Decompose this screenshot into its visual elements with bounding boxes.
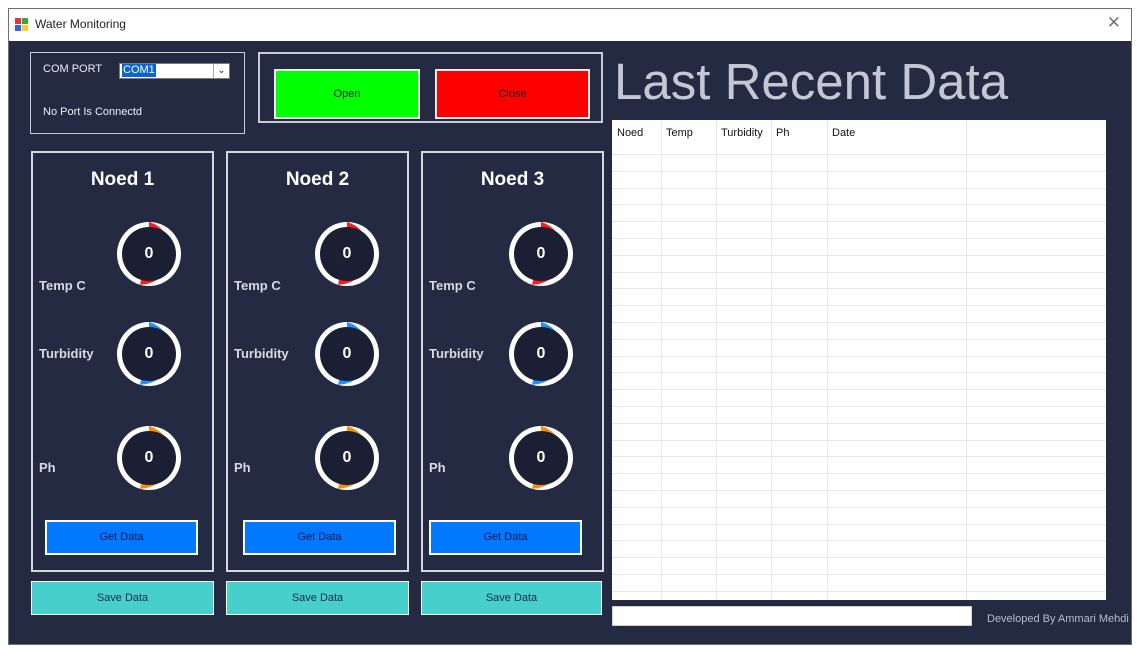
column-header-date[interactable]: Date [827, 120, 966, 150]
grid-line [612, 171, 1106, 172]
grid-line [966, 120, 967, 600]
turbidity-gauge: 0 [505, 318, 577, 390]
grid-line [612, 557, 1106, 558]
grid-line [612, 272, 1106, 273]
turbidity-label: Turbidity [234, 346, 289, 361]
temp-gauge: 0 [113, 218, 185, 290]
turbidity-gauge: 0 [113, 318, 185, 390]
ph-label: Ph [39, 460, 56, 475]
connection-status: No Port Is Connectd [43, 106, 143, 118]
grid-line [612, 507, 1106, 508]
grid-line [612, 339, 1106, 340]
grid-line [716, 120, 717, 600]
progress-bar [612, 606, 972, 626]
node-panel-2: Noed 2 Temp C 0 Turbidity 0 Ph 0 Get Data [226, 151, 409, 572]
turbidity-value: 0 [536, 345, 546, 362]
title-bar: Water Monitoring ✕ [9, 9, 1131, 41]
grid-line [612, 490, 1106, 491]
table-header: Noed Temp Turbidity Ph Date [612, 120, 1106, 150]
temp-value: 0 [342, 245, 352, 262]
ph-label: Ph [234, 460, 251, 475]
grid-line [612, 574, 1106, 575]
grid-line [612, 255, 1106, 256]
window-title: Water Monitoring [35, 17, 126, 31]
node-title: Noed 3 [480, 169, 545, 190]
node-title: Noed 2 [285, 169, 350, 190]
ph-gauge: 0 [505, 422, 577, 494]
turbidity-gauge: 0 [311, 318, 383, 390]
grid-line [661, 120, 662, 600]
ph-value: 0 [342, 449, 352, 466]
grid-line [612, 322, 1106, 323]
temp-gauge: 0 [311, 218, 383, 290]
ph-value: 0 [536, 449, 546, 466]
node-panel-1: Noed 1 Temp C 0 Turbidity 0 Ph 0 Get Data [31, 151, 214, 572]
grid-line [827, 120, 828, 600]
save-data-button-2[interactable]: Save Data [226, 581, 409, 615]
chevron-down-icon[interactable]: ⌄ [213, 64, 229, 78]
grid-line [612, 154, 1106, 155]
com-port-select[interactable]: COM1 ⌄ [119, 63, 230, 79]
grid-line [612, 221, 1106, 222]
com-port-label: COM PORT [43, 63, 103, 75]
grid-line [612, 524, 1106, 525]
grid-line [612, 204, 1106, 205]
column-header-ph[interactable]: Ph [771, 120, 827, 150]
grid-line [612, 591, 1106, 592]
close-icon[interactable]: ✕ [1107, 13, 1121, 33]
com-port-value: COM1 [122, 64, 156, 77]
grid-line [612, 540, 1106, 541]
app-icon [15, 18, 29, 32]
temp-value: 0 [144, 245, 154, 262]
node-panel-3: Noed 3 Temp C 0 Turbidity 0 Ph 0 Get Data [421, 151, 604, 572]
temp-label: Temp C [39, 278, 86, 293]
ph-label: Ph [429, 460, 446, 475]
grid-line [612, 440, 1106, 441]
grid-line [612, 356, 1106, 357]
turbidity-value: 0 [342, 345, 352, 362]
ph-gauge: 0 [113, 422, 185, 494]
temp-gauge: 0 [505, 218, 577, 290]
turbidity-label: Turbidity [39, 346, 94, 361]
ph-gauge: 0 [311, 422, 383, 494]
column-header-turbidity[interactable]: Turbidity [716, 120, 771, 150]
grid-line [612, 423, 1106, 424]
turbidity-label: Turbidity [429, 346, 484, 361]
grid-line [612, 372, 1106, 373]
grid-line [612, 188, 1106, 189]
column-header-noed[interactable]: Noed [612, 120, 661, 150]
grid-line [612, 288, 1106, 289]
column-header-temp[interactable]: Temp [661, 120, 716, 150]
recent-data-table[interactable]: Noed Temp Turbidity Ph Date [612, 120, 1106, 600]
ph-value: 0 [144, 449, 154, 466]
grid-line [771, 120, 772, 600]
grid-line [612, 473, 1106, 474]
get-data-button[interactable]: Get Data [429, 520, 582, 555]
com-port-panel: COM PORT COM1 ⌄ No Port Is Connectd [30, 52, 245, 134]
open-button[interactable]: Open [274, 69, 420, 119]
close-button[interactable]: Close [435, 69, 590, 119]
temp-label: Temp C [234, 278, 281, 293]
get-data-button[interactable]: Get Data [243, 520, 396, 555]
turbidity-value: 0 [144, 345, 154, 362]
temp-label: Temp C [429, 278, 476, 293]
get-data-button[interactable]: Get Data [45, 520, 198, 555]
save-data-button-1[interactable]: Save Data [31, 581, 214, 615]
grid-line [612, 406, 1106, 407]
temp-value: 0 [536, 245, 546, 262]
grid-line [612, 305, 1106, 306]
grid-line [612, 238, 1106, 239]
grid-line [612, 456, 1106, 457]
recent-data-heading: Last Recent Data [614, 53, 1009, 110]
grid-line [612, 389, 1106, 390]
node-title: Noed 1 [90, 169, 155, 190]
developer-credit: Developed By Ammari Mehdi [987, 613, 1129, 625]
save-data-button-3[interactable]: Save Data [421, 581, 602, 615]
